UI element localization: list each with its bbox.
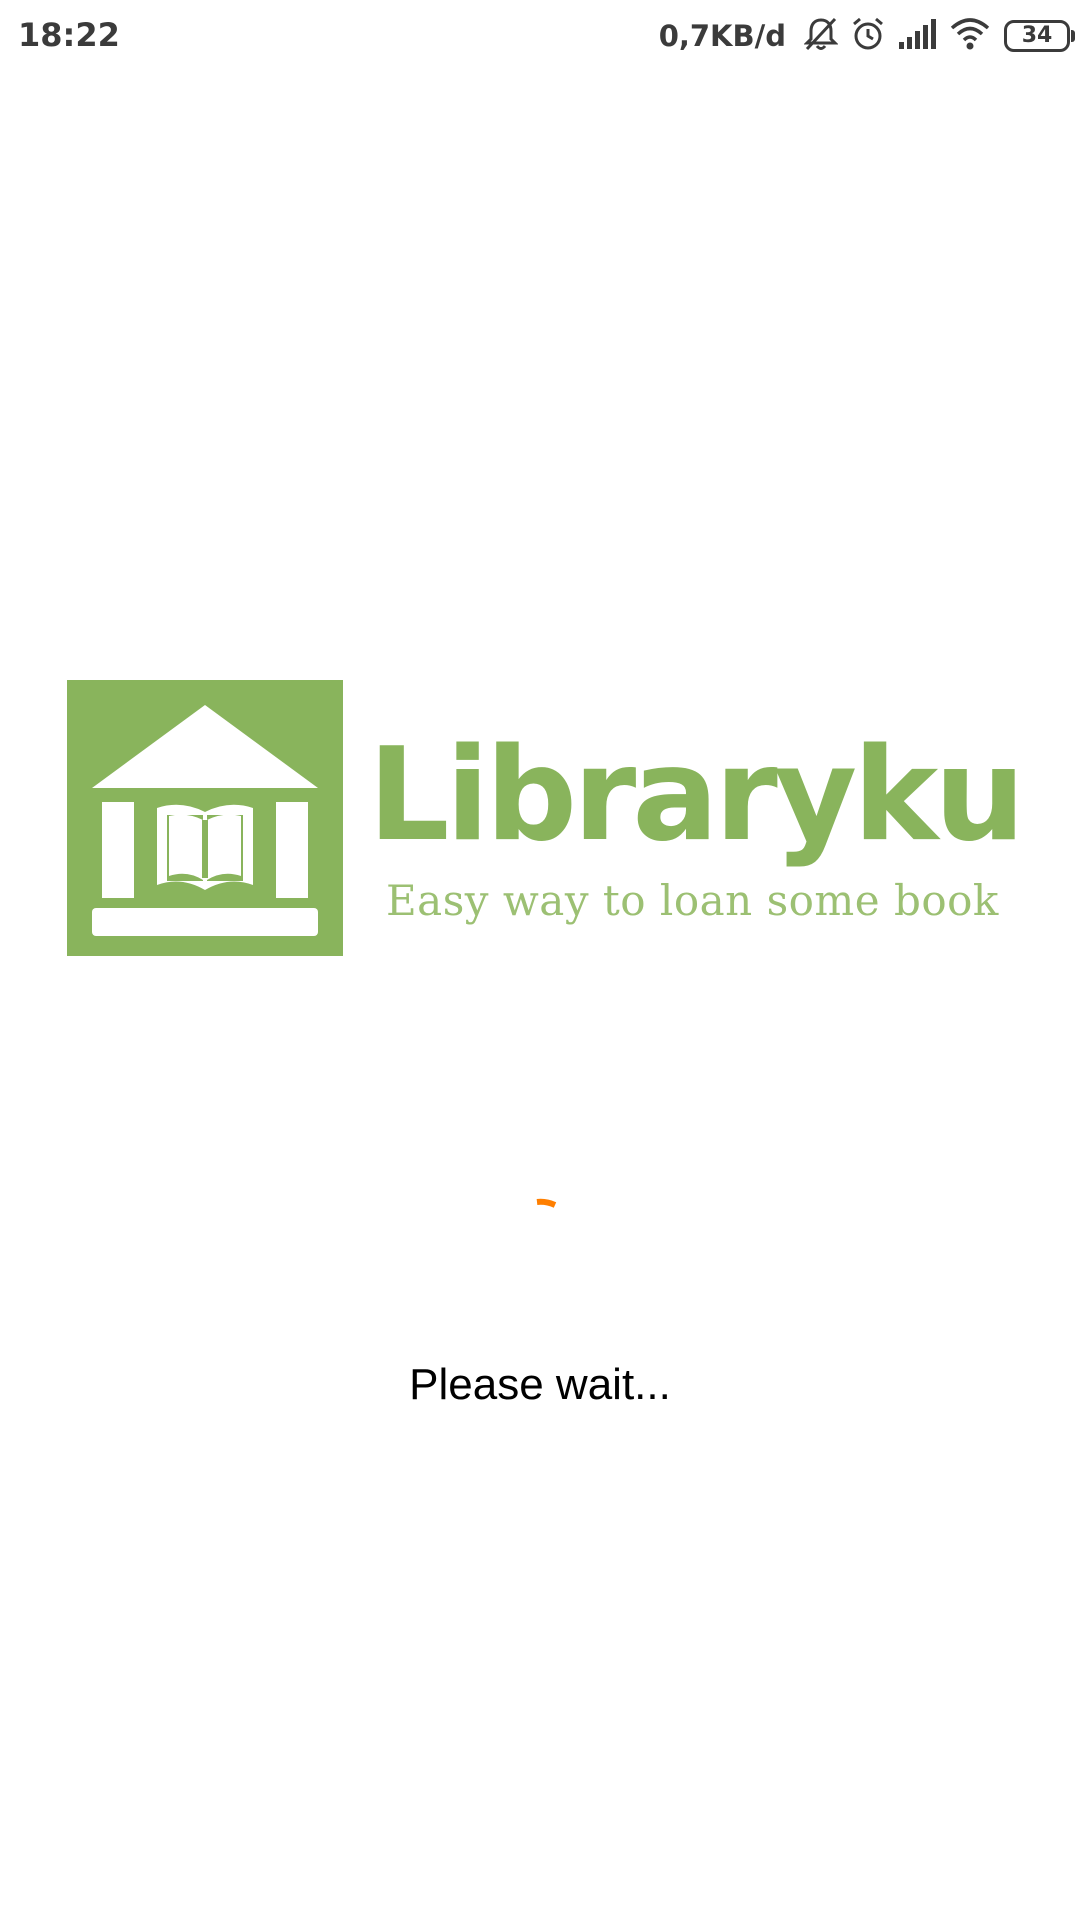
brand-name: Libraryku: [368, 721, 1025, 870]
cell-signal-icon: [898, 18, 938, 55]
status-icons: 0,7KB/d 34: [658, 14, 1075, 58]
wifi-icon: [950, 17, 990, 55]
notifications-muted-icon: [803, 16, 839, 57]
battery-level: 34: [1021, 23, 1053, 48]
status-time: 18:22: [18, 16, 120, 54]
alarm-icon: [850, 16, 886, 57]
status-bar: 18:22 0,7KB/d 34: [0, 0, 1080, 74]
library-building-icon: [67, 680, 343, 956]
battery-icon: 34: [1004, 20, 1075, 52]
splash-screen: 18:22 0,7KB/d 34 Libraryku Easy way to l…: [0, 0, 1080, 1920]
brand-tagline: Easy way to loan some book: [386, 876, 999, 925]
loading-spinner-icon: [510, 1170, 570, 1230]
network-speed: 0,7KB/d: [658, 19, 786, 53]
loading-message: Please wait...: [409, 1360, 671, 1409]
